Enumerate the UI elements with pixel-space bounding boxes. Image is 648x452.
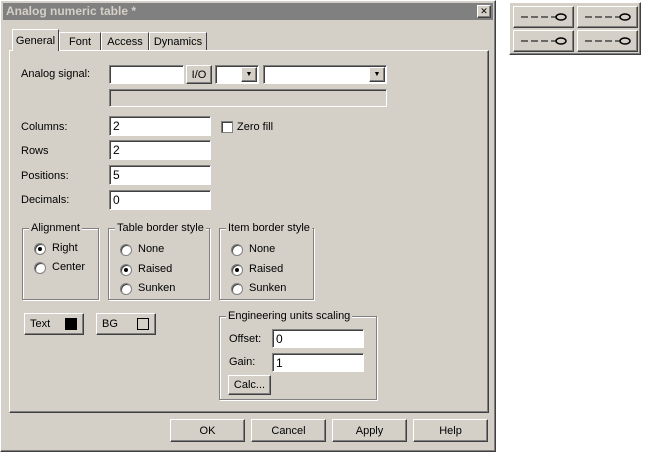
radio-label: None — [249, 243, 276, 255]
tab-font[interactable]: Font — [59, 32, 101, 50]
preview-cell-2 — [577, 6, 638, 28]
columns-label: Columns: — [21, 121, 68, 133]
chevron-down-icon[interactable]: ▼ — [241, 67, 257, 82]
zero-fill-label: Zero fill — [237, 121, 274, 133]
io-button-label: I/O — [191, 68, 207, 81]
gain-input[interactable]: 1 — [272, 353, 364, 372]
zero-fill-check[interactable] — [221, 121, 233, 133]
positions-input[interactable]: 5 — [109, 165, 211, 185]
radio-icon[interactable] — [34, 262, 46, 274]
calc-button-label: Calc... — [233, 379, 266, 391]
bg-color-button[interactable]: BG — [96, 313, 156, 335]
analog-signal-input[interactable] — [109, 65, 184, 84]
item-border-radio-sunken[interactable]: Sunken — [231, 282, 306, 296]
cancel-button[interactable]: Cancel — [251, 419, 326, 442]
signal-type-select[interactable]: ▼ — [215, 65, 259, 84]
bg-color-swatch — [137, 318, 149, 330]
radio-icon[interactable] — [231, 244, 243, 256]
preview-cell-4 — [577, 30, 638, 52]
slider-icon — [584, 37, 631, 45]
radio-label: Center — [52, 261, 86, 273]
radio-label: Sunken — [138, 282, 176, 294]
window-title: Analog numeric table * — [6, 4, 137, 18]
rows-label: Rows — [21, 145, 49, 157]
decimals-label: Decimals: — [21, 194, 70, 206]
tab-dynamics[interactable]: Dynamics — [149, 32, 207, 50]
bg-color-label: BG — [102, 318, 118, 330]
help-button-label: Help — [439, 424, 462, 437]
item-border-title: Item border style — [226, 222, 312, 234]
radio-selected-icon[interactable] — [120, 264, 132, 276]
dialog-window: Analog numeric table * ✕ General Font Ac… — [0, 0, 496, 452]
radio-label: Raised — [249, 263, 284, 275]
radio-label: Right — [52, 242, 78, 254]
preview-cell-3 — [513, 30, 574, 52]
title-bar[interactable]: Analog numeric table * ✕ — [3, 3, 493, 20]
table-border-radio-none[interactable]: None — [120, 243, 200, 257]
offset-label: Offset: — [229, 333, 262, 345]
text-color-label: Text — [30, 318, 51, 330]
table-border-radio-sunken[interactable]: Sunken — [120, 282, 200, 296]
slider-icon — [584, 13, 631, 21]
table-border-title: Table border style — [115, 222, 206, 234]
alignment-title: Alignment — [29, 222, 82, 234]
text-color-swatch — [65, 318, 77, 330]
radio-selected-icon[interactable] — [231, 264, 243, 276]
radio-label: Sunken — [249, 282, 287, 294]
ok-button-label: OK — [199, 424, 216, 437]
close-icon: ✕ — [480, 6, 488, 16]
text-color-button[interactable]: Text — [24, 313, 84, 335]
help-button[interactable]: Help — [413, 419, 488, 442]
tab-label: Dynamics — [153, 35, 203, 48]
tab-label: Access — [107, 35, 143, 48]
alignment-radio-right[interactable]: Right — [34, 242, 94, 256]
item-border-radio-none[interactable]: None — [231, 243, 306, 257]
slider-icon — [520, 13, 567, 21]
scaling-title: Engineering units scaling — [226, 310, 353, 322]
io-button[interactable]: I/O — [186, 65, 212, 84]
scaling-group: Engineering units scaling Offset: 0 Gain… — [219, 310, 377, 400]
radio-icon[interactable] — [120, 244, 132, 256]
gain-label: Gain: — [229, 356, 256, 368]
ok-button[interactable]: OK — [170, 419, 245, 442]
signal-description-field — [109, 89, 387, 107]
columns-input[interactable]: 2 — [109, 116, 211, 136]
tab-label: Font — [68, 35, 91, 48]
alignment-group: Alignment Right Center — [22, 222, 99, 300]
cancel-button-label: Cancel — [271, 424, 306, 437]
item-border-group: Item border style None Raised Sunken — [219, 222, 314, 300]
alignment-radio-center[interactable]: Center — [34, 261, 94, 275]
item-border-radio-raised[interactable]: Raised — [231, 263, 306, 277]
tab-access[interactable]: Access — [101, 32, 149, 50]
tab-label: General — [15, 34, 56, 47]
radio-icon[interactable] — [231, 283, 243, 295]
radio-icon[interactable] — [120, 283, 132, 295]
close-button[interactable]: ✕ — [477, 5, 491, 18]
radio-label: None — [138, 243, 165, 255]
preview-cell-1 — [513, 6, 574, 28]
apply-button-label: Apply — [355, 424, 384, 437]
radio-label: Raised — [138, 263, 173, 275]
analog-signal-label: Analog signal: — [21, 68, 91, 80]
chevron-down-icon[interactable]: ▼ — [369, 67, 385, 82]
rows-input[interactable]: 2 — [109, 140, 211, 160]
zero-fill-checkbox[interactable]: Zero fill — [221, 121, 291, 135]
table-border-group: Table border style None Raised Sunken — [108, 222, 210, 300]
slider-icon — [520, 37, 567, 45]
tab-panel: Analog signal: I/O ▼ ▼ Columns: 2 Zero f… — [9, 50, 489, 413]
signal-name-select[interactable]: ▼ — [263, 65, 387, 84]
numeric-table-preview[interactable] — [509, 2, 641, 55]
calc-button[interactable]: Calc... — [228, 375, 271, 395]
offset-input[interactable]: 0 — [272, 329, 364, 348]
radio-selected-icon[interactable] — [34, 243, 46, 255]
table-border-radio-raised[interactable]: Raised — [120, 263, 200, 277]
apply-button[interactable]: Apply — [332, 419, 407, 442]
tab-general[interactable]: General — [12, 29, 59, 51]
positions-label: Positions: — [21, 170, 69, 182]
decimals-input[interactable]: 0 — [109, 190, 211, 210]
